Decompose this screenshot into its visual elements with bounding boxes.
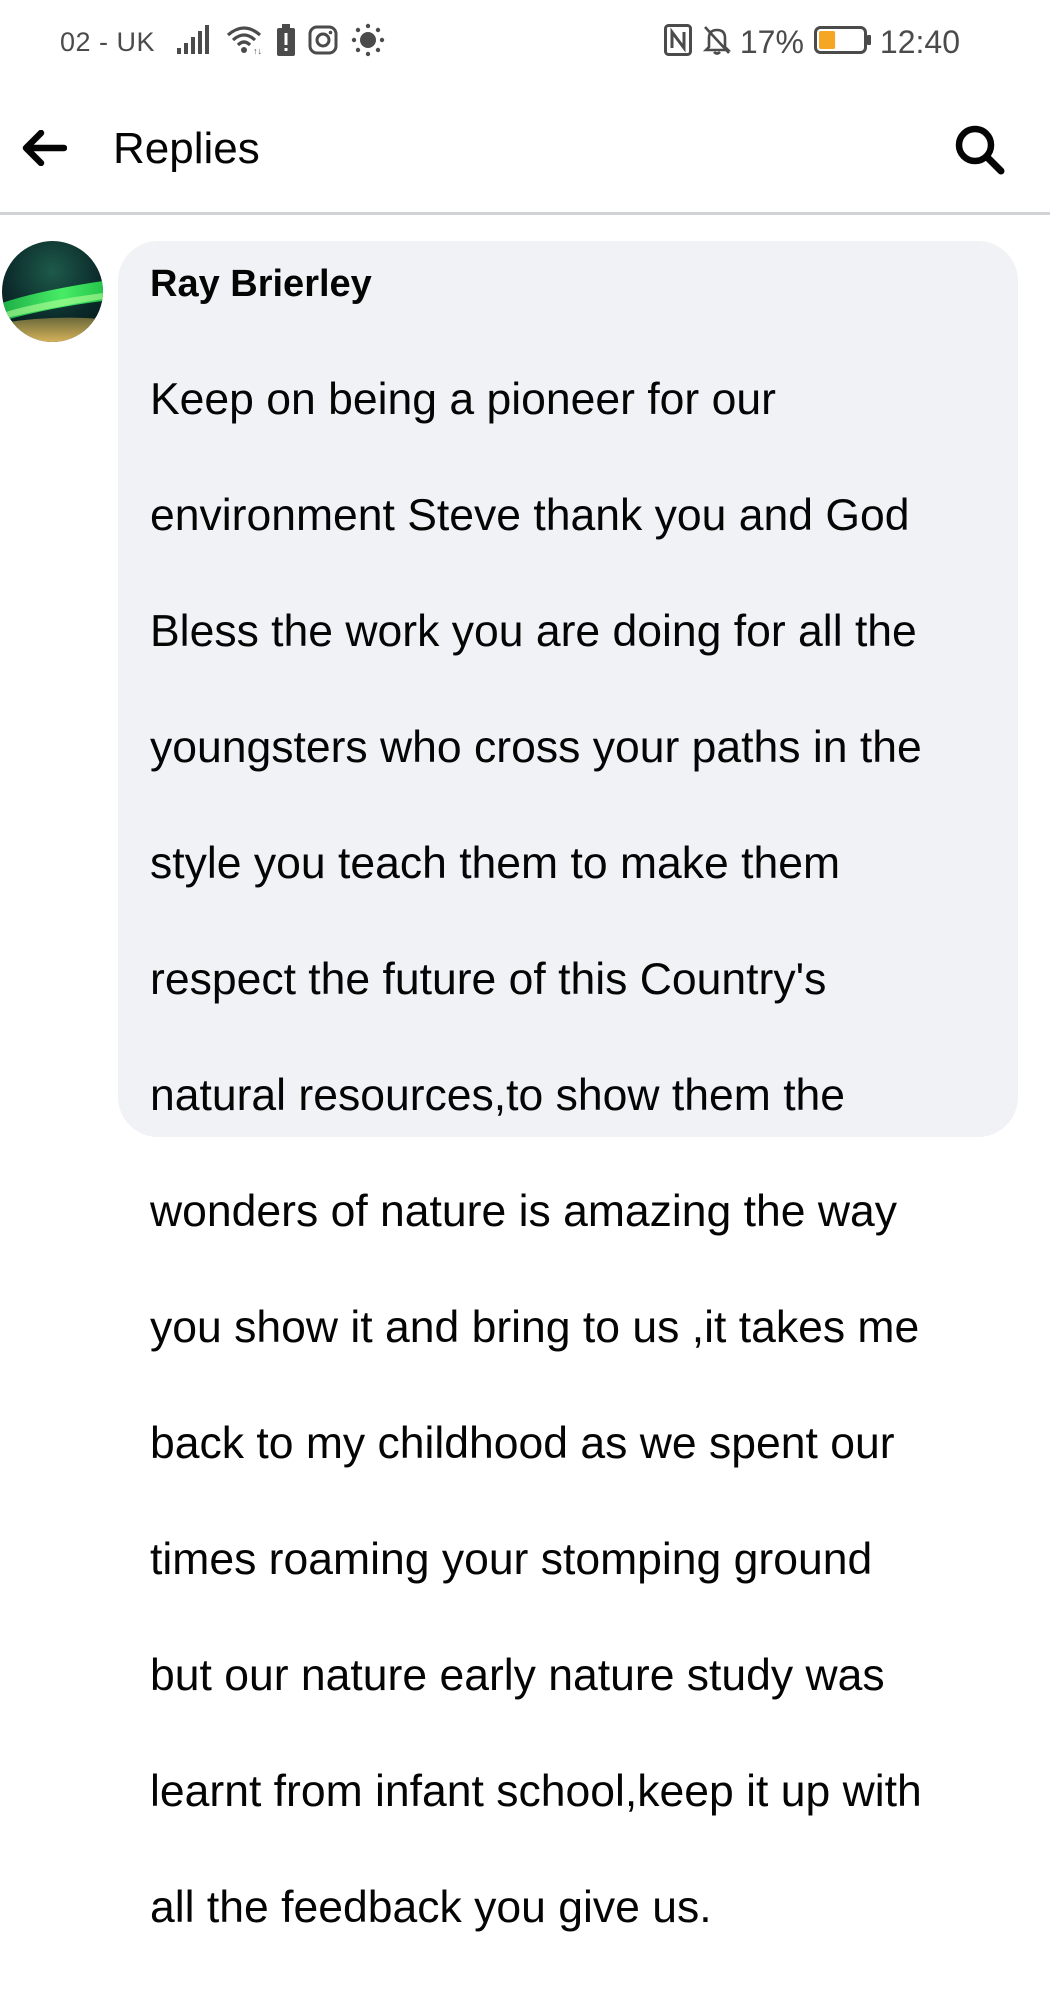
comment-author[interactable]: Ray Brierley	[150, 261, 986, 307]
comment-text-line: style you teach them to make them	[150, 839, 841, 888]
comment-text-line: wonders of nature is amazing the way	[150, 1187, 898, 1236]
comment-text-line: you show it and bring to us ,it takes me	[150, 1303, 920, 1352]
status-bar: 02 - UK ↑↓ 17% 12:40	[0, 0, 1050, 84]
nfc-icon	[663, 23, 692, 61]
back-button[interactable]	[16, 122, 72, 174]
clock: 12:40	[879, 23, 960, 60]
comment-text-line: environment Steve thank you and God	[150, 491, 910, 540]
comment-text-line: respect the future of this Country's	[150, 955, 827, 1004]
search-button[interactable]	[950, 120, 1010, 180]
svg-text:↑↓: ↑↓	[253, 46, 262, 55]
battery-alert-icon	[277, 23, 296, 61]
comment-text-line: youngsters who cross your paths in the	[150, 723, 922, 772]
carrier-label: 02 - UK	[60, 26, 156, 57]
status-right: 17% 12:40	[663, 22, 960, 62]
comment-text: Keep on being a pioneer for our environm…	[150, 313, 986, 1995]
comment-text-line: back to my childhood as we spent our	[150, 1419, 895, 1468]
wifi-icon: ↑↓	[226, 25, 264, 60]
aurora-avatar	[2, 241, 103, 342]
brightness-icon	[351, 23, 385, 62]
comment-text-line: times roaming your stomping ground	[150, 1535, 873, 1584]
instagram-icon	[308, 25, 338, 60]
comment-text-line: natural resources,to show them the	[150, 1071, 846, 1120]
comment-text-line: but our nature early nature study was	[150, 1651, 885, 1700]
comment-text-line: all the feedback you give us.	[150, 1883, 712, 1932]
comment-text-line: Keep on being a pioneer for our	[150, 375, 776, 424]
status-left: 02 - UK ↑↓	[60, 22, 398, 62]
page-title: Replies	[113, 124, 260, 173]
back-arrow-icon	[22, 130, 67, 166]
battery-icon	[813, 25, 872, 59]
comment-text-line: Bless the work you are doing for all the	[150, 607, 917, 656]
comment-text-line: learnt from infant school,keep it up wit…	[150, 1767, 922, 1816]
signal-icon	[177, 24, 213, 60]
avatar[interactable]	[2, 241, 103, 342]
battery-percent: 17%	[739, 23, 804, 60]
search-icon	[955, 125, 1005, 175]
app-header: Replies	[0, 84, 1050, 215]
mute-bell-icon	[702, 24, 732, 61]
comment-bubble[interactable]: Ray Brierley Keep on being a pioneer for…	[118, 241, 1018, 1932]
